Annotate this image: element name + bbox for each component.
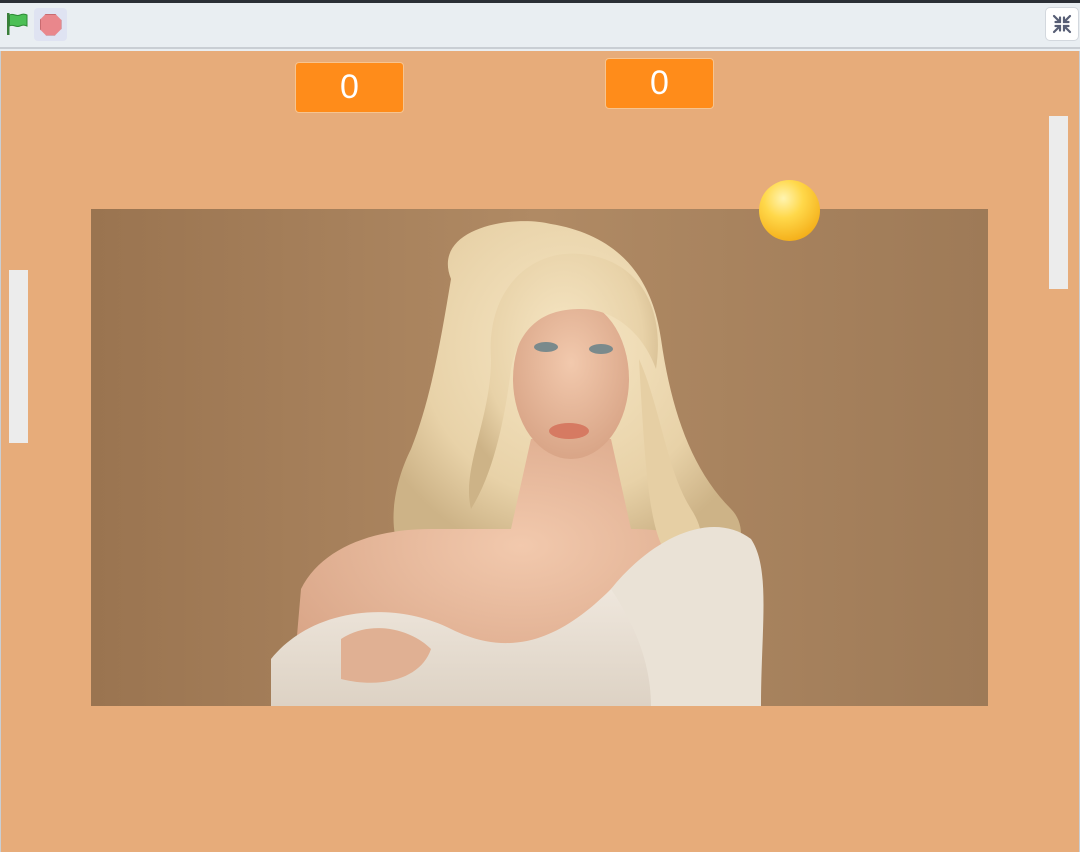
right-paddle[interactable]: [1049, 116, 1068, 289]
ball: [759, 180, 820, 241]
portrait-photo: [91, 209, 988, 706]
game-stage[interactable]: 0 0: [0, 51, 1080, 852]
right-score-display: 0: [605, 58, 714, 109]
exit-fullscreen-button[interactable]: [1045, 7, 1079, 41]
left-paddle[interactable]: [9, 270, 28, 443]
stop-icon: [39, 13, 62, 36]
stage-toolbar: [0, 3, 1080, 49]
exit-fullscreen-icon: [1052, 14, 1072, 34]
green-flag-icon: [7, 13, 28, 35]
left-score-display: 0: [295, 62, 404, 113]
stop-button[interactable]: [34, 8, 67, 41]
green-flag-button[interactable]: [2, 9, 32, 39]
